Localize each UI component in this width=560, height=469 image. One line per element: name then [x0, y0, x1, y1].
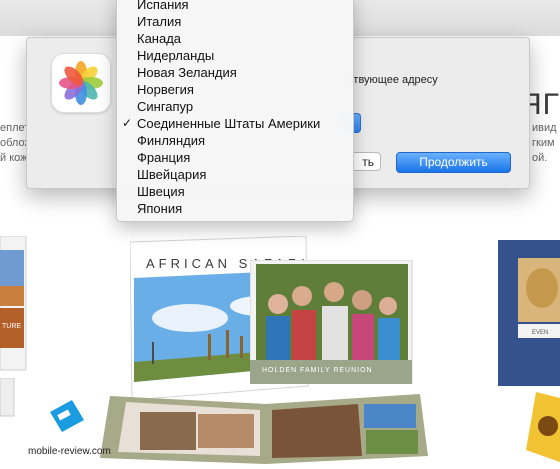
menu-item-label: Испания: [137, 0, 189, 12]
menu-item-country[interactable]: ✓ Соединенные Штаты Америки: [117, 115, 353, 132]
menu-item-label: Канада: [137, 31, 182, 46]
right-small-book: [526, 392, 560, 462]
menu-item-label: Финляндия: [137, 133, 206, 148]
checkmark-icon: ✓: [122, 116, 133, 130]
left-book-title: TURE: [2, 323, 21, 330]
menu-item-label: Нидерланды: [137, 48, 215, 63]
right-description-line: гким: [532, 137, 555, 149]
left-photo-book: TURE: [0, 236, 27, 371]
continue-button[interactable]: Продолжить: [396, 152, 511, 173]
family-photo-book: HOLDEN FAMILY REUNION: [250, 260, 413, 384]
menu-item-label: Швеция: [137, 184, 185, 199]
menu-item-label: Соединенные Штаты Америки: [137, 116, 321, 131]
menu-item-label: Италия: [137, 14, 182, 29]
left-description-line: еплет: [0, 122, 30, 134]
menu-item-country[interactable]: Франция: [117, 149, 353, 166]
open-photo-book: [100, 394, 428, 464]
left-description-line: й кож: [0, 152, 28, 164]
menu-item-label: Сингапур: [137, 99, 194, 114]
photos-icon: [51, 53, 111, 113]
menu-item-country[interactable]: Сингапур: [117, 98, 353, 115]
menu-item-country[interactable]: Норвегия: [117, 81, 353, 98]
menu-item-label: Новая Зеландия: [137, 65, 237, 80]
menu-item-label: Норвегия: [137, 82, 194, 97]
menu-item-country[interactable]: Новая Зеландия: [117, 64, 353, 81]
right-description-line: ивид: [532, 122, 557, 134]
watermark-text: mobile-review.com: [28, 446, 111, 457]
menu-item-country[interactable]: Финляндия: [117, 132, 353, 149]
menu-item-country[interactable]: Италия: [117, 13, 353, 30]
right-description-line: ой.: [532, 152, 548, 164]
menu-item-country[interactable]: Испания: [117, 0, 353, 13]
right-photo-book: EVEN: [498, 240, 560, 386]
family-book-title: HOLDEN FAMILY REUNION: [262, 367, 373, 374]
menu-item-label: Япония: [137, 201, 183, 216]
menu-item-country[interactable]: Япония: [117, 200, 353, 217]
menu-item-country[interactable]: Швеция: [117, 183, 353, 200]
watermark-logo-icon: [50, 400, 84, 432]
left-small-book: [0, 378, 15, 417]
menu-item-country[interactable]: Швейцария: [117, 166, 353, 183]
country-menu-list: Испания Италия Канада Нидерланды Новая Зелан…: [117, 0, 353, 217]
menu-item-label: Франция: [137, 150, 191, 165]
menu-item-country[interactable]: Нидерланды: [117, 47, 353, 64]
right-book-title: EVEN: [532, 330, 548, 336]
dialog-message: тствующее адресу: [343, 74, 438, 86]
menu-item-country[interactable]: Канада: [117, 30, 353, 47]
country-dropdown-menu: Испания Италия Канада Нидерланды Новая Зелан…: [116, 0, 354, 222]
menu-item-label: Швейцария: [137, 167, 207, 182]
